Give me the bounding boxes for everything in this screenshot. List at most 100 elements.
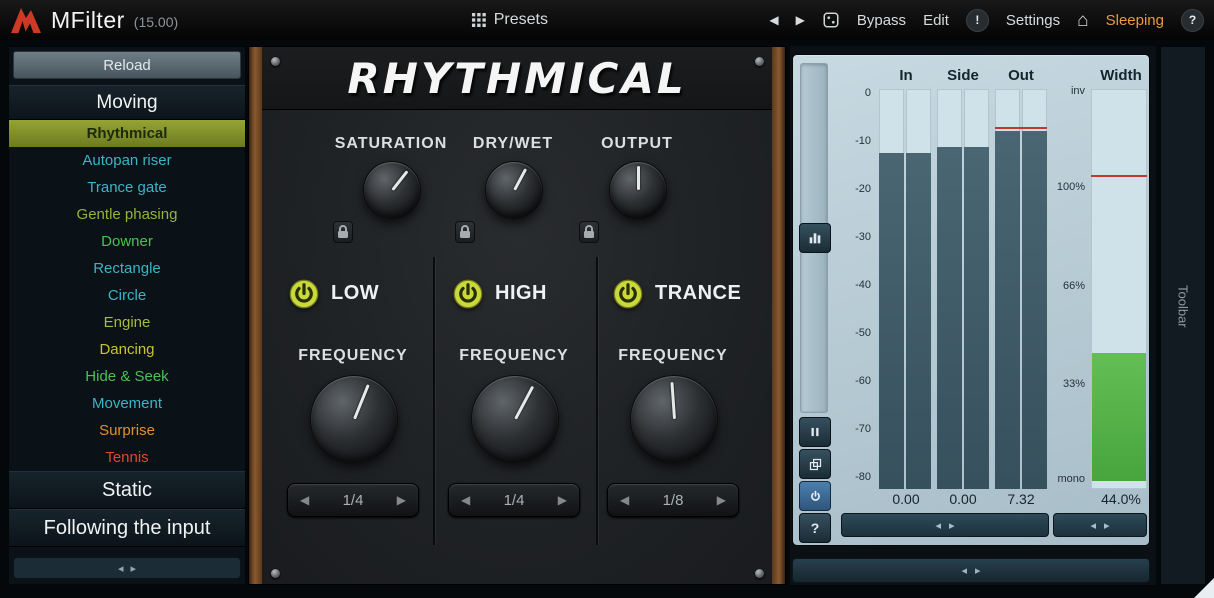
preset-item-surprise[interactable]: Surprise <box>9 417 245 444</box>
reload-button[interactable]: Reload <box>13 51 241 79</box>
scroll-left-icon[interactable]: ◂ <box>118 562 124 575</box>
preset-item-tennis[interactable]: Tennis <box>9 444 245 471</box>
presets-button[interactable]: Presets <box>472 11 548 29</box>
trance-rate-stepper[interactable]: ◀ 1/8 ▶ <box>607 483 739 517</box>
bypass-button[interactable]: Bypass <box>857 12 906 29</box>
side-meter <box>937 89 989 489</box>
help-button[interactable]: ? <box>1181 9 1204 32</box>
preset-item-engine[interactable]: Engine <box>9 309 245 336</box>
high-power-button[interactable] <box>453 279 483 309</box>
meter-region-scrollbar[interactable]: ◂ ▸ <box>792 558 1150 583</box>
toolbar-strip[interactable]: Toolbar <box>1160 46 1206 585</box>
stepper-prev-icon[interactable]: ◀ <box>300 493 309 507</box>
screw-icon <box>755 57 764 66</box>
saturation-lock-button[interactable] <box>333 221 353 243</box>
width-meter-fill <box>1092 353 1146 481</box>
lock-icon <box>460 231 470 238</box>
width-scrollbar[interactable]: ◂ ▸ <box>1053 513 1147 537</box>
preset-item-downer[interactable]: Downer <box>9 228 245 255</box>
screw-icon <box>755 569 764 578</box>
output-lock-button[interactable] <box>579 221 599 243</box>
meter-panel: ? In Side Out Width 0 -10 -20 -30 -40 -5… <box>792 54 1150 546</box>
band-low-label: LOW <box>331 282 379 305</box>
high-rate-value[interactable]: 1/4 <box>504 492 525 509</box>
preset-item-circle[interactable]: Circle <box>9 282 245 309</box>
meters-power-button[interactable] <box>799 481 831 511</box>
preset-item-trance-gate[interactable]: Trance gate <box>9 174 245 201</box>
preset-item-hide-and-seek[interactable]: Hide & Seek <box>9 363 245 390</box>
band-divider <box>596 257 598 545</box>
scroll-left-icon[interactable]: ◂ <box>935 519 941 532</box>
toolbar-label[interactable]: Toolbar <box>1176 285 1191 328</box>
presets-label: Presets <box>494 11 548 29</box>
presets-grid-icon <box>472 13 486 27</box>
lock-icon <box>338 231 348 238</box>
preset-item-autopan-riser[interactable]: Autopan riser <box>9 147 245 174</box>
category-following-the-input[interactable]: Following the input <box>9 509 245 547</box>
random-preset-dice-icon[interactable] <box>822 11 840 29</box>
meters-scrollbar[interactable]: ◂ ▸ <box>841 513 1049 537</box>
next-preset-button[interactable]: ▶ <box>796 13 805 27</box>
trance-rate-value[interactable]: 1/8 <box>663 492 684 509</box>
db-scale-tick: -80 <box>855 471 871 483</box>
high-rate-stepper[interactable]: ◀ 1/4 ▶ <box>448 483 580 517</box>
scroll-right-icon[interactable]: ▸ <box>131 562 137 575</box>
scroll-right-icon[interactable]: ▸ <box>975 564 981 577</box>
width-meter <box>1091 89 1147 489</box>
drywet-knob[interactable] <box>485 161 543 219</box>
meter-column-width: Width <box>1100 67 1142 84</box>
scroll-left-icon[interactable]: ◂ <box>1090 519 1096 532</box>
preset-item-rhythmical[interactable]: Rhythmical <box>9 120 245 147</box>
trance-power-button[interactable] <box>613 279 643 309</box>
titlebar-right: ◀ ▶ Bypass Edit ! Settings ⌂ Sleeping ? <box>769 0 1204 40</box>
preset-item-gentle-phasing[interactable]: Gentle phasing <box>9 201 245 228</box>
db-scale-tick: -40 <box>855 279 871 291</box>
low-frequency-knob[interactable] <box>310 375 398 463</box>
meter-bar <box>937 89 962 489</box>
meter-fill <box>964 147 989 489</box>
meter-mode-button[interactable] <box>799 223 831 253</box>
stepper-next-icon[interactable]: ▶ <box>397 493 406 507</box>
preset-item-movement[interactable]: Movement <box>9 390 245 417</box>
melda-logo-icon[interactable] <box>10 6 42 34</box>
trance-frequency-knob[interactable] <box>630 375 718 463</box>
stepper-next-icon[interactable]: ▶ <box>717 493 726 507</box>
knob-pointer <box>513 168 527 191</box>
low-power-button[interactable] <box>289 279 319 309</box>
band-divider <box>433 257 435 545</box>
saturation-knob[interactable] <box>363 161 421 219</box>
alert-button[interactable]: ! <box>966 9 989 32</box>
preset-item-dancing[interactable]: Dancing <box>9 336 245 363</box>
knob-pointer <box>637 166 640 190</box>
stepper-prev-icon[interactable]: ◀ <box>461 493 470 507</box>
prev-preset-button[interactable]: ◀ <box>769 13 778 27</box>
settings-button[interactable]: Settings <box>1006 12 1060 29</box>
width-scale-mono: mono <box>1057 473 1085 485</box>
out-meter <box>995 89 1047 489</box>
low-rate-stepper[interactable]: ◀ 1/4 ▶ <box>287 483 419 517</box>
sidebar-scrollbar[interactable]: ◂ ▸ <box>13 557 241 579</box>
home-icon[interactable]: ⌂ <box>1077 11 1088 30</box>
trance-frequency-label: FREQUENCY <box>618 347 727 365</box>
knob-pointer <box>514 386 534 420</box>
scroll-right-icon[interactable]: ▸ <box>1104 519 1110 532</box>
out-readout: 7.32 <box>1007 491 1034 507</box>
edit-button[interactable]: Edit <box>923 12 949 29</box>
scroll-left-icon[interactable]: ◂ <box>961 564 967 577</box>
preset-item-rectangle[interactable]: Rectangle <box>9 255 245 282</box>
pause-button[interactable] <box>799 417 831 447</box>
drywet-lock-button[interactable] <box>455 221 475 243</box>
stepper-next-icon[interactable]: ▶ <box>558 493 567 507</box>
popup-window-button[interactable] <box>799 449 831 479</box>
meter-help-button[interactable]: ? <box>799 513 831 543</box>
low-rate-value[interactable]: 1/4 <box>343 492 364 509</box>
scroll-right-icon[interactable]: ▸ <box>949 519 955 532</box>
stepper-prev-icon[interactable]: ◀ <box>620 493 629 507</box>
category-moving[interactable]: Moving <box>9 85 245 120</box>
online-status[interactable]: Sleeping <box>1106 12 1164 29</box>
category-static[interactable]: Static <box>9 471 245 509</box>
meter-bar <box>995 89 1020 489</box>
high-frequency-knob[interactable] <box>471 375 559 463</box>
output-knob[interactable] <box>609 161 667 219</box>
resize-handle[interactable] <box>1194 578 1214 598</box>
